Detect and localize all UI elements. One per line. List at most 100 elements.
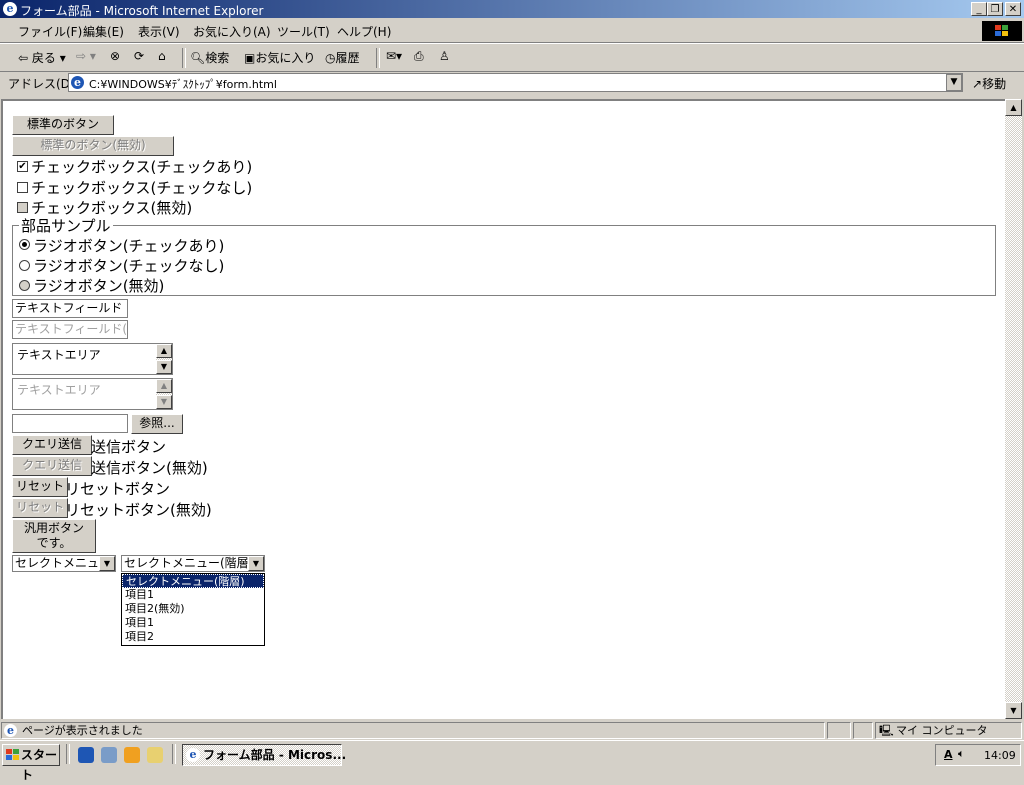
status-page-icon: e [4, 724, 17, 737]
text-area-disabled: テキストエリア ▲ ▼ [12, 378, 173, 410]
checkbox-disabled [17, 202, 28, 213]
go-button[interactable]: ↗移動 [972, 75, 1006, 92]
checkbox-unchecked[interactable] [17, 182, 28, 193]
menu-tools[interactable]: ツール(T) [277, 23, 330, 40]
scroll-down-icon[interactable]: ▼ [156, 360, 172, 374]
text-area-scrollbar[interactable]: ▲ ▼ [156, 344, 172, 374]
history-button[interactable]: ◷履歴 [325, 49, 360, 66]
title-bar[interactable]: e フォーム部品 - Microsoft Internet Explorer _… [0, 0, 1024, 18]
forward-button[interactable]: ⇨ ▾ [76, 49, 96, 63]
taskbar-separator [172, 744, 176, 764]
radio-checked[interactable] [19, 239, 30, 250]
address-dropdown-icon[interactable]: ▼ [946, 74, 962, 91]
quick-launch-media-icon[interactable] [124, 747, 140, 763]
select-menu[interactable]: セレクトメニュー ▼ [12, 555, 116, 572]
select-menu-hierarchy-value: セレクトメニュー(階層) [124, 556, 254, 570]
scroll-up-icon[interactable]: ▲ [1005, 99, 1022, 116]
browse-button[interactable]: 参照... [131, 414, 183, 434]
select-menu-value: セレクトメニュー [15, 556, 112, 570]
print-icon[interactable]: ⎙ [414, 49, 424, 64]
file-path-input[interactable] [12, 414, 128, 433]
quick-launch-ie-icon[interactable] [78, 747, 94, 763]
menu-file[interactable]: ファイル(F) [18, 23, 82, 40]
page-icon: e [71, 76, 84, 89]
forward-arrow-icon: ⇨ [76, 49, 87, 63]
reset-button[interactable]: リセット [12, 477, 68, 497]
standard-button[interactable]: 標準のボタン [12, 115, 114, 135]
messenger-icon[interactable]: ♙ [439, 49, 450, 63]
ie-logo-icon: e [3, 2, 17, 16]
menu-edit[interactable]: 編集(E) [83, 23, 124, 40]
select-menu-arrow-icon[interactable]: ▼ [99, 556, 115, 571]
dropdown-option[interactable]: 項目1 [122, 616, 264, 630]
checkbox-unchecked-label: チェックボックス(チェックなし) [31, 179, 253, 197]
toolbar-separator [376, 48, 380, 68]
search-button[interactable]: 🔍︎検索 [190, 49, 229, 66]
dropdown-option[interactable]: 項目2(無効) [122, 602, 264, 616]
scroll-down-icon[interactable]: ▼ [1005, 702, 1022, 719]
address-bar: アドレス(D) e C:¥WINDOWS¥ﾃﾞｽｸﾄｯﾌﾟ¥form.html … [0, 71, 1024, 95]
submit-button[interactable]: クエリ送信 [12, 435, 92, 455]
dropdown-option[interactable]: 項目1 [122, 588, 264, 602]
start-label: スタート [21, 748, 58, 782]
generic-button-line2: です。 [36, 536, 72, 550]
text-area-value: テキストエリア [17, 348, 101, 362]
start-button[interactable]: スタート [2, 744, 60, 782]
history-label: 履歴 [335, 51, 360, 65]
radio-unchecked-label: ラジオボタン(チェックなし) [33, 257, 225, 275]
stop-icon[interactable]: ⊗ [110, 49, 120, 63]
back-label: 戻る [31, 51, 56, 65]
reset-button-disabled-label: リセットボタン(無効) [65, 501, 212, 519]
close-button[interactable]: ✕ [1005, 2, 1021, 16]
text-area-disabled-value: テキストエリア [17, 383, 101, 397]
go-arrow-icon: ↗ [972, 77, 983, 91]
menu-help[interactable]: ヘルプ(H) [337, 23, 391, 40]
back-button[interactable]: ⇦ 戻る ▾ [18, 49, 66, 66]
home-icon[interactable]: ⌂ [158, 49, 166, 63]
dropdown-option[interactable]: 項目2 [122, 630, 264, 644]
address-input[interactable]: e C:¥WINDOWS¥ﾃﾞｽｸﾄｯﾌﾟ¥form.html [68, 73, 963, 92]
scroll-down-icon: ▼ [156, 395, 172, 409]
ime-icon[interactable]: A [944, 748, 953, 761]
maximize-button[interactable]: ❐ [987, 2, 1003, 16]
window-title: フォーム部品 - Microsoft Internet Explorer [20, 4, 264, 18]
radio-unchecked[interactable] [19, 260, 30, 271]
menu-favorites[interactable]: お気に入り(A) [193, 23, 271, 40]
quick-launch-outlook-icon[interactable] [101, 747, 117, 763]
dropdown-option[interactable]: セレクトメニュー(階層) [122, 574, 264, 588]
generic-button[interactable]: 汎用ボタン です。 [12, 519, 96, 553]
checkbox-checked[interactable]: ✔ [17, 161, 28, 172]
volume-icon[interactable]: 🔈︎ [958, 747, 965, 761]
text-area[interactable]: テキストエリア ▲ ▼ [12, 343, 173, 375]
favorites-button[interactable]: ▣お気に入り [244, 49, 315, 66]
page-vertical-scrollbar[interactable]: ▲ ▼ [1005, 99, 1022, 719]
select-menu-hierarchy-arrow-icon[interactable]: ▼ [248, 556, 264, 571]
system-tray: A 🔈︎ 14:09 [935, 744, 1021, 766]
mail-icon[interactable]: ✉▾ [386, 49, 402, 63]
scroll-up-icon: ▲ [156, 379, 172, 393]
scroll-up-icon[interactable]: ▲ [156, 344, 172, 358]
checkbox-checked-label: チェックボックス(チェックあり) [31, 158, 253, 176]
task-label: フォーム部品 - Micros... [203, 748, 347, 762]
text-field[interactable]: テキストフィールド [12, 299, 128, 318]
minimize-button[interactable]: _ [971, 2, 987, 16]
toolbar: ⇦ 戻る ▾ ⇨ ▾ ⊗ ⟳ ⌂ 🔍︎検索 ▣お気に入り ◷履歴 ✉▾ ⎙ ♙ [0, 43, 1024, 72]
clock[interactable]: 14:09 [984, 749, 1016, 762]
favorites-label: お気に入り [255, 51, 316, 65]
menu-view[interactable]: 表示(V) [138, 23, 180, 40]
status-bar: e ページが表示されました 🖳 マイ コンピュータ [0, 720, 1024, 740]
menu-bar: ファイル(F) 編集(E) 表示(V) お気に入り(A) ツール(T) ヘルプ(… [0, 19, 1024, 43]
select-menu-hierarchy[interactable]: セレクトメニュー(階層) ▼ [121, 555, 265, 572]
address-label: アドレス(D) [8, 77, 75, 91]
status-text: ページが表示されました [22, 724, 143, 737]
taskbar-item-ie-window[interactable]: e フォーム部品 - Micros... [182, 744, 346, 766]
task-ie-icon: e [186, 748, 200, 762]
my-computer-icon: 🖳 [879, 724, 894, 737]
reset-button-disabled: リセット [12, 498, 68, 518]
refresh-icon[interactable]: ⟳ [134, 49, 144, 63]
favorites-icon: ▣ [244, 51, 256, 65]
status-pane: e ページが表示されました [1, 722, 825, 739]
go-label: 移動 [982, 77, 1007, 91]
quick-launch-desktop-icon[interactable] [147, 747, 163, 763]
windows-logo-icon [982, 21, 1022, 41]
